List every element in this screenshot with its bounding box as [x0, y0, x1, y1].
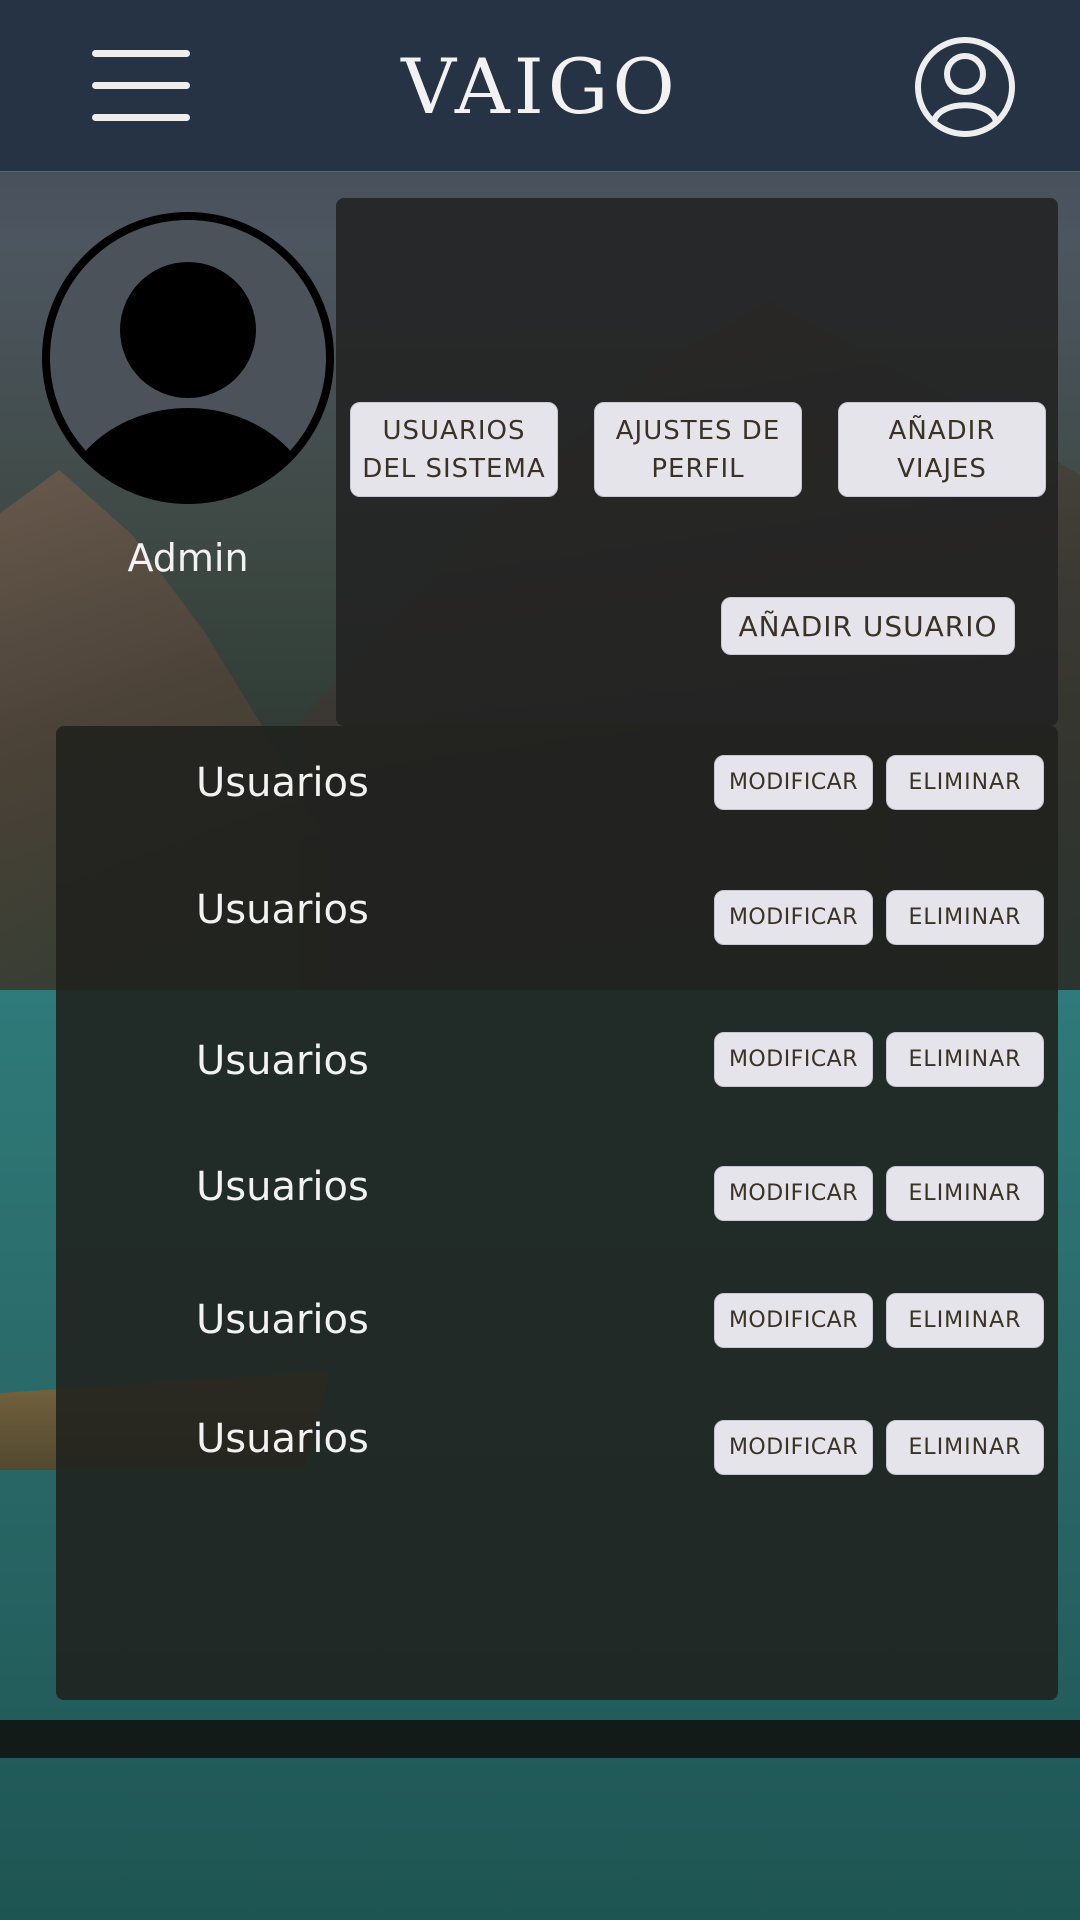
- modify-button[interactable]: MODIFICAR: [714, 755, 873, 810]
- user-avatar-icon: [40, 210, 336, 506]
- user-circle-icon[interactable]: [914, 36, 1016, 138]
- user-row-label: Usuarios: [196, 1297, 369, 1343]
- add-trips-button[interactable]: AÑADIR VIAJES: [838, 402, 1046, 497]
- user-row-label: Usuarios: [196, 887, 369, 933]
- user-row-label: Usuarios: [196, 1164, 369, 1210]
- delete-button[interactable]: ELIMINAR: [886, 1032, 1044, 1087]
- profile-settings-button[interactable]: AJUSTES DE PERFIL: [594, 402, 802, 497]
- delete-button[interactable]: ELIMINAR: [886, 755, 1044, 810]
- app-header: VAIGO: [0, 0, 1080, 172]
- delete-button[interactable]: ELIMINAR: [886, 1166, 1044, 1221]
- user-row-label: Usuarios: [196, 1038, 369, 1084]
- delete-button[interactable]: ELIMINAR: [886, 890, 1044, 945]
- user-row-label: Usuarios: [196, 1416, 369, 1462]
- modify-button[interactable]: MODIFICAR: [714, 1032, 873, 1087]
- delete-button[interactable]: ELIMINAR: [886, 1420, 1044, 1475]
- add-user-button[interactable]: AÑADIR USUARIO: [721, 597, 1015, 655]
- delete-button[interactable]: ELIMINAR: [886, 1293, 1044, 1348]
- modify-button[interactable]: MODIFICAR: [714, 1420, 873, 1475]
- user-row-label: Usuarios: [196, 760, 369, 806]
- modify-button[interactable]: MODIFICAR: [714, 1293, 873, 1348]
- modify-button[interactable]: MODIFICAR: [714, 1166, 873, 1221]
- bottom-bar: [0, 1720, 1080, 1758]
- hamburger-menu-icon[interactable]: [92, 50, 190, 122]
- profile-name: Admin: [127, 536, 249, 580]
- system-users-button[interactable]: USUARIOS DEL SISTEMA: [350, 402, 558, 497]
- brand-logo: VAIGO: [401, 42, 679, 131]
- modify-button[interactable]: MODIFICAR: [714, 890, 873, 945]
